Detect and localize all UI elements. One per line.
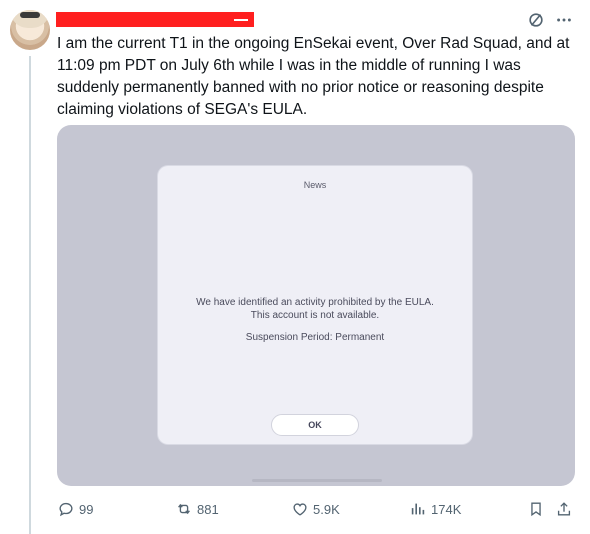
tweet-actions: 99 881 5.9K 174K [57,498,577,520]
media-bottom-bar [252,479,382,482]
share-action[interactable] [555,498,573,520]
bookmark-icon [531,502,541,517]
bookmark-action[interactable] [527,498,545,520]
slash-circle-icon[interactable] [526,10,546,30]
views-action[interactable]: 174K [409,498,461,520]
reply-icon [59,502,73,517]
avatar-bow [20,12,40,18]
tweet-text: I am the current T1 in the ongoing EnSek… [57,35,570,118]
reply-count: 99 [79,501,94,517]
game-dialog: News We have identified an activity proh… [158,166,472,444]
avatar[interactable] [10,10,50,50]
thread-line [29,56,31,534]
retweet-action[interactable]: 881 [175,498,219,520]
tweet-top-icons [526,10,574,30]
like-action[interactable]: 5.9K [291,498,340,520]
reply-action[interactable]: 99 [57,498,93,520]
dialog-suspension-period: Suspension Period: Permanent [245,332,385,343]
views-chart-icon [411,503,425,515]
dialog-title: News [303,180,327,190]
views-count: 174K [431,501,462,517]
redaction-mark [234,19,248,21]
share-icon [557,502,571,516]
ok-button: OK [271,414,359,436]
like-count: 5.9K [313,501,340,517]
tweet-media-image[interactable]: News We have identified an activity proh… [57,125,575,486]
more-dots-icon[interactable] [554,10,574,30]
retweet-count: 881 [197,501,219,517]
dialog-message: We have identified an activity prohibite… [196,297,434,321]
redacted-username [56,12,254,27]
retweet-icon [178,503,190,515]
heart-icon [293,503,307,516]
